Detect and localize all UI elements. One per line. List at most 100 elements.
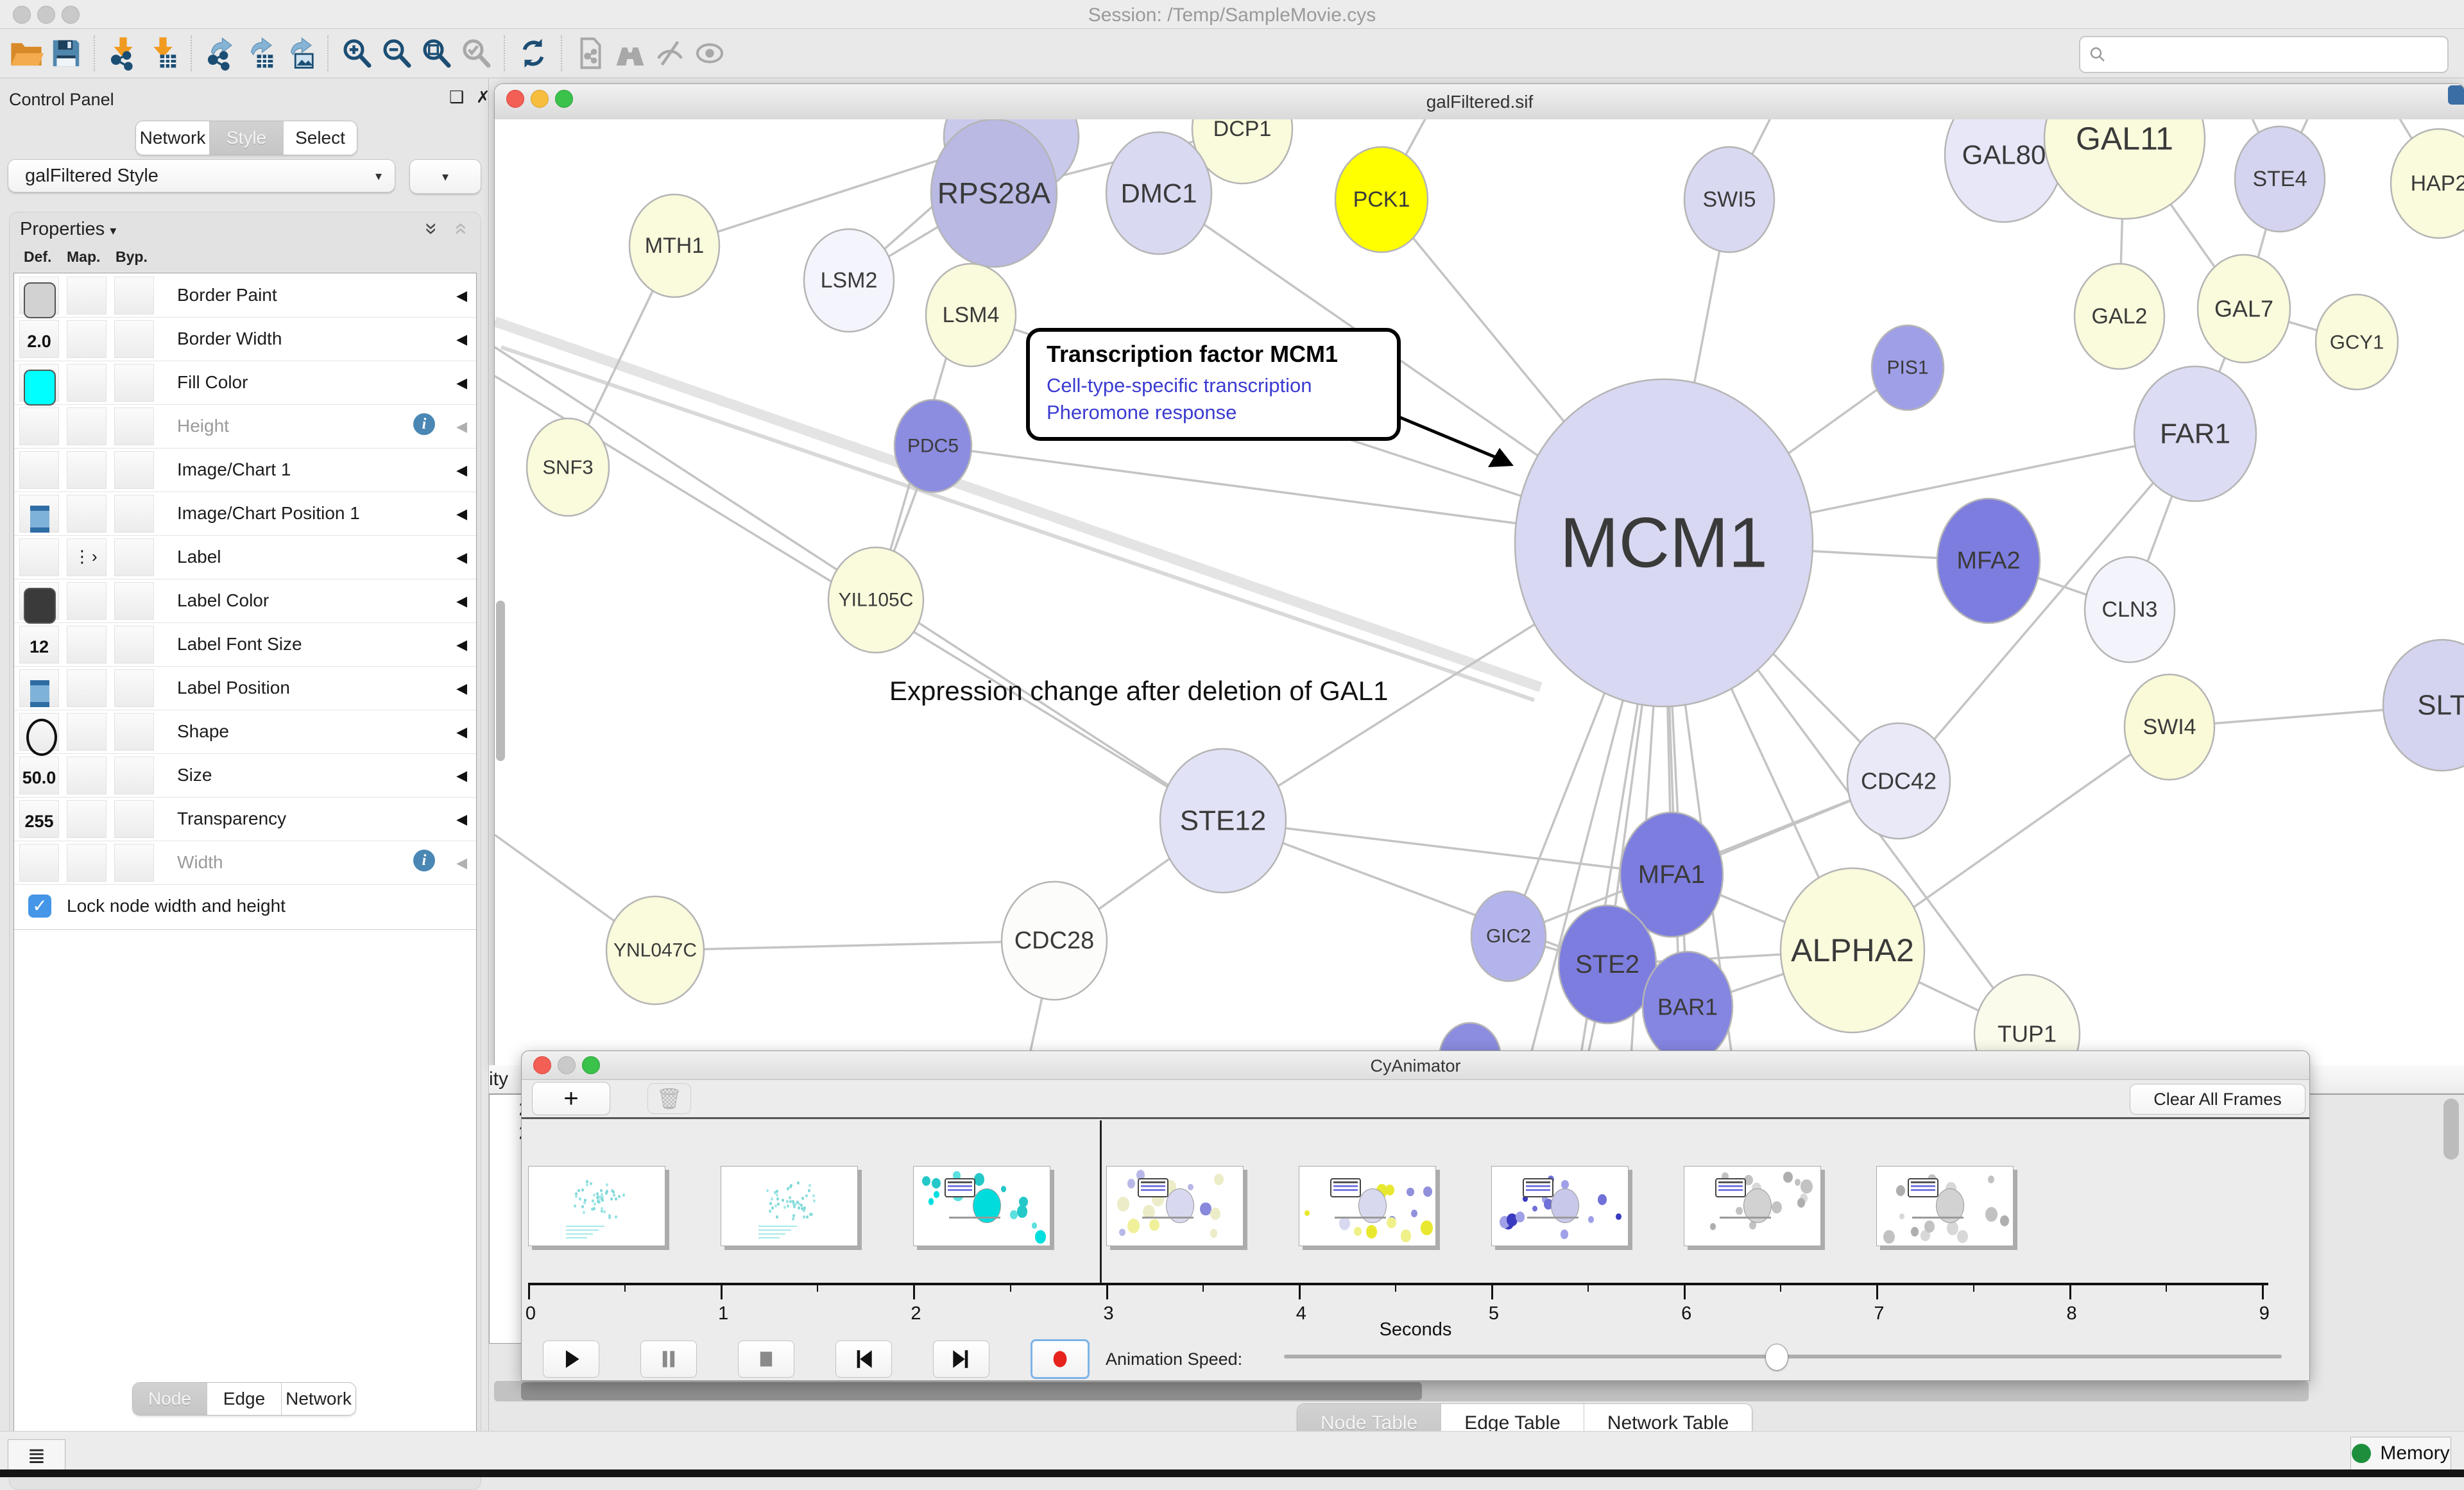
mapping-cell[interactable] (67, 669, 107, 707)
skip-start-button[interactable] (835, 1340, 892, 1378)
skip-end-button[interactable] (933, 1340, 989, 1378)
network-node-cln3[interactable]: CLN3 (2085, 557, 2175, 662)
find-button[interactable] (610, 33, 650, 73)
zoom-out-button[interactable] (377, 33, 416, 73)
color-swatch[interactable] (24, 282, 56, 318)
mapping-cell[interactable] (67, 626, 107, 664)
property-row-label[interactable]: ⋮› Label◀ (14, 535, 476, 579)
network-node-swi5[interactable]: SWI5 (1684, 147, 1774, 252)
expand-all-icon[interactable]: » (419, 223, 444, 235)
network-node-pis1[interactable]: PIS1 (1872, 325, 1944, 410)
network-node-gal7[interactable]: GAL7 (2198, 255, 2290, 363)
network-node-alpha2[interactable]: ALPHA2 (1781, 868, 1924, 1032)
mapping-cell[interactable] (67, 277, 107, 314)
delete-frame-button[interactable]: 🗑 (647, 1083, 691, 1114)
bypass-cell[interactable] (114, 669, 154, 707)
property-row-fill-color[interactable]: Fill Color◀ (14, 361, 476, 405)
lock-node-size-checkbox[interactable]: ✓ (28, 895, 51, 918)
search-input[interactable] (2079, 36, 2449, 73)
export-network-button[interactable] (200, 33, 240, 73)
show-all-button[interactable] (690, 33, 730, 73)
network-node-far1[interactable]: FAR1 (2134, 366, 2256, 501)
pause-button[interactable] (640, 1340, 697, 1378)
network-node-lsm2[interactable]: LSM2 (804, 229, 894, 332)
cyanimator-titlebar[interactable]: CyAnimator (522, 1051, 2309, 1080)
property-row-image-chart-1[interactable]: Image/Chart 1◀ (14, 448, 476, 492)
zoom-selected-button[interactable] (456, 33, 496, 73)
default-cell[interactable] (19, 451, 59, 489)
property-row-border-width[interactable]: 2.0 Border Width◀ (14, 317, 476, 361)
record-button[interactable] (1031, 1339, 1090, 1379)
property-row-label-color[interactable]: Label Color◀ (14, 579, 476, 623)
export-image-button[interactable] (280, 33, 320, 73)
annotation-link-2[interactable]: Pheromone response (1047, 401, 1380, 424)
expand-row-icon[interactable]: ◀ (456, 767, 467, 784)
default-cell[interactable] (19, 713, 59, 751)
timeline-frame-4[interactable] (1299, 1166, 1436, 1246)
expand-row-icon[interactable]: ◀ (456, 637, 467, 653)
network-node-dmc1[interactable]: DMC1 (1106, 132, 1211, 254)
animation-speed-slider-thumb[interactable] (1765, 1344, 1788, 1371)
expand-row-icon[interactable]: ◀ (456, 287, 467, 304)
bypass-cell[interactable] (114, 626, 154, 664)
network-canvas[interactable]: DCP1RPS28ADMC1PCK1SWI5GAL80GAL11STE4HAP2… (495, 119, 2464, 1066)
play-button[interactable] (543, 1340, 599, 1378)
default-cell[interactable] (19, 538, 59, 576)
mapping-cell[interactable] (67, 320, 107, 358)
tab-style[interactable]: Style (209, 121, 283, 155)
mapping-cell[interactable] (67, 800, 107, 838)
import-network-button[interactable] (103, 33, 143, 73)
network-node-ste12[interactable]: STE12 (1160, 749, 1286, 893)
mapping-cell[interactable]: ⋮› (67, 538, 107, 576)
bypass-cell[interactable] (114, 800, 154, 838)
stop-button[interactable] (738, 1340, 794, 1378)
expand-row-icon[interactable]: ◀ (456, 855, 467, 871)
network-edge[interactable] (655, 941, 1054, 950)
bypass-cell[interactable] (114, 844, 154, 882)
tab-node[interactable]: Node (133, 1383, 207, 1415)
bypass-cell[interactable] (114, 320, 154, 358)
expand-row-icon[interactable]: ◀ (456, 811, 467, 828)
mapping-cell[interactable] (67, 407, 107, 445)
network-node-mfa2[interactable]: MFA2 (1937, 499, 2040, 623)
property-row-border-paint[interactable]: Border Paint◀ (14, 273, 476, 318)
tab-select[interactable]: Select (283, 121, 357, 155)
mapping-cell[interactable] (67, 451, 107, 489)
network-node-hap2[interactable]: HAP2 (2391, 129, 2464, 238)
expand-row-icon[interactable]: ◀ (456, 462, 467, 479)
expand-row-icon[interactable]: ◀ (456, 549, 467, 566)
default-cell[interactable] (19, 407, 59, 445)
expand-row-icon[interactable]: ◀ (456, 593, 467, 610)
expand-row-icon[interactable]: ◀ (456, 724, 467, 741)
timeline-frame-5[interactable] (1491, 1166, 1629, 1246)
network-from-selection-button[interactable] (570, 33, 610, 73)
network-node-gcy1[interactable]: GCY1 (2316, 295, 2398, 390)
property-row-width[interactable]: Widthi◀ (14, 841, 476, 885)
info-icon[interactable]: i (413, 413, 435, 435)
timeline-frame-0[interactable] (528, 1166, 665, 1246)
property-row-height[interactable]: Heighti◀ (14, 404, 476, 449)
expand-row-icon[interactable]: ◀ (456, 506, 467, 522)
bypass-cell[interactable] (114, 277, 154, 314)
network-node-cdc42[interactable]: CDC42 (1847, 723, 1950, 839)
hide-selected-button[interactable] (650, 33, 690, 73)
bypass-cell[interactable] (114, 713, 154, 751)
network-node-slt2[interactable]: SLT (2383, 640, 2464, 771)
zoom-in-button[interactable] (337, 33, 377, 73)
property-row-label-position[interactable]: Label Position◀ (14, 666, 476, 710)
timeline-frame-6[interactable] (1684, 1166, 1821, 1246)
network-node-cdc28[interactable]: CDC28 (1002, 882, 1107, 1000)
timeline-frame-2[interactable] (913, 1166, 1050, 1246)
close-panel-icon[interactable]: ✗ (476, 87, 490, 107)
network-node-gal11[interactable]: GAL11 (2044, 119, 2205, 219)
expand-row-icon[interactable]: ◀ (456, 418, 467, 435)
network-node-ste4[interactable]: STE4 (2235, 126, 2325, 232)
network-node-gal2[interactable]: GAL2 (2075, 264, 2164, 369)
network-vertical-scrollbar[interactable] (496, 601, 505, 761)
default-cell[interactable]: 12 (19, 626, 59, 664)
style-options-button[interactable]: ▾ (409, 159, 481, 194)
default-cell[interactable] (19, 669, 59, 707)
tab-network-style[interactable]: Network (281, 1383, 355, 1415)
expand-row-icon[interactable]: ◀ (456, 375, 467, 391)
memory-button[interactable]: Memory (2350, 1437, 2451, 1470)
